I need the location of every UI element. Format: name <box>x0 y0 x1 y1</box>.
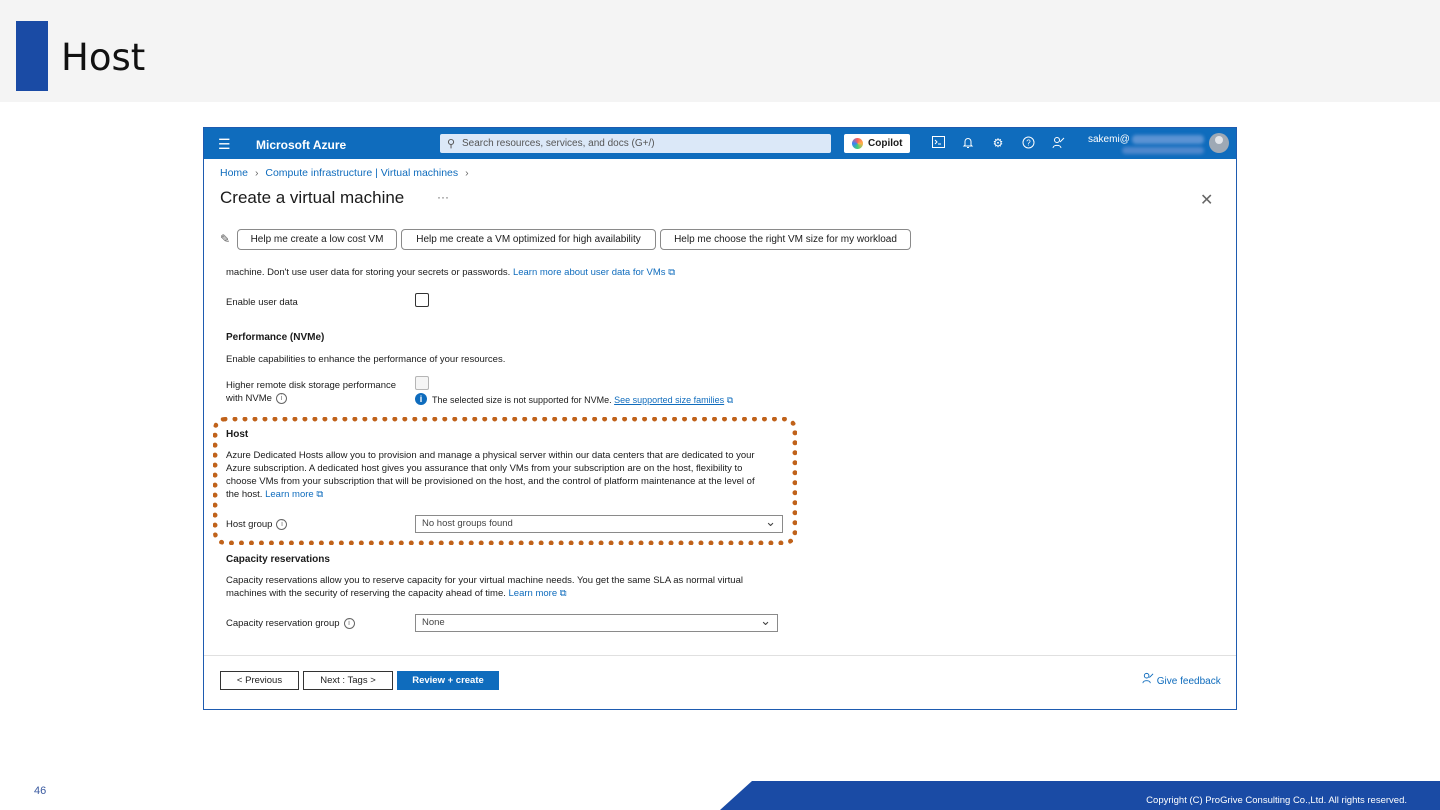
copilot-label: Copilot <box>868 138 903 149</box>
azure-portal-screenshot: ☰ Microsoft Azure ⚲ Search resources, se… <box>203 127 1237 710</box>
nvme-label-line1: Higher remote disk storage performance <box>226 380 397 391</box>
cloud-shell-icon[interactable] <box>931 136 945 150</box>
review-create-button[interactable]: Review + create <box>397 671 499 690</box>
external-link-icon: ⧉ <box>668 267 675 278</box>
host-group-value: No host groups found <box>422 518 513 529</box>
assist-high-availability-button[interactable]: Help me create a VM optimized for high a… <box>401 229 656 250</box>
capacity-desc-line2: machines with the security of reserving … <box>226 588 506 599</box>
enable-user-data-checkbox[interactable] <box>415 293 429 307</box>
next-tags-button[interactable]: Next : Tags > <box>303 671 393 690</box>
host-desc-line4-row: the host. Learn more ⧉ <box>226 488 323 501</box>
host-desc-line4: the host. <box>226 489 263 500</box>
svg-text:?: ? <box>1026 139 1031 148</box>
slide-header: Host <box>0 0 1440 102</box>
user-email[interactable]: sakemi@ <box>1088 134 1130 145</box>
more-options-button[interactable]: ··· <box>437 190 449 204</box>
menu-icon[interactable]: ☰ <box>218 136 231 153</box>
give-feedback-link[interactable]: Give feedback <box>1142 672 1221 687</box>
host-heading: Host <box>226 429 249 440</box>
redacted-user-info <box>1132 135 1204 144</box>
capacity-group-value: None <box>422 617 445 628</box>
action-bar-divider <box>204 655 1236 656</box>
help-icon[interactable]: ? <box>1021 136 1035 150</box>
search-placeholder: Search resources, services, and docs (G+… <box>462 138 655 149</box>
nvme-notice: The selected size is not supported for N… <box>432 394 733 407</box>
nvme-label-line2: with NVMe <box>226 393 272 404</box>
give-feedback-label: Give feedback <box>1156 676 1221 687</box>
capacity-learn-more-link[interactable]: Learn more <box>509 588 558 599</box>
breadcrumb-parent[interactable]: Compute infrastructure | Virtual machine… <box>265 167 458 179</box>
info-icon[interactable]: i <box>343 617 355 629</box>
search-icon: ⚲ <box>447 138 456 150</box>
capacity-heading: Capacity reservations <box>226 554 330 565</box>
breadcrumb-separator: › <box>254 167 259 179</box>
host-group-dropdown[interactable]: No host groups found ⌄ <box>415 514 783 533</box>
enable-user-data-label: Enable user data <box>226 297 298 308</box>
info-icon[interactable]: i <box>275 392 287 404</box>
user-data-text: machine. Don't use user data for storing… <box>226 267 511 278</box>
chevron-down-icon: ⌄ <box>760 613 771 628</box>
gear-icon[interactable]: ⚙ <box>991 136 1005 150</box>
assist-vm-size-button[interactable]: Help me choose the right VM size for my … <box>660 229 911 250</box>
assist-low-cost-button[interactable]: Help me create a low cost VM <box>237 229 397 250</box>
host-desc-line2: Azure subscription. A dedicated host giv… <box>226 463 743 474</box>
previous-button[interactable]: < Previous <box>220 671 299 690</box>
capacity-desc-line1: Capacity reservations allow you to reser… <box>226 575 743 586</box>
close-icon[interactable]: ✕ <box>1200 190 1213 210</box>
nvme-notice-text: The selected size is not supported for N… <box>432 395 612 405</box>
search-input[interactable]: ⚲ Search resources, services, and docs (… <box>440 134 831 153</box>
breadcrumb: Home › Compute infrastructure | Virtual … <box>220 167 473 179</box>
nvme-label: with NVMe i <box>226 392 287 405</box>
info-icon[interactable]: i <box>276 518 288 530</box>
capacity-group-label: Capacity reservation group <box>226 618 340 629</box>
feedback-icon <box>1142 672 1157 687</box>
host-learn-more-link[interactable]: Learn more <box>265 489 314 500</box>
capacity-reservation-dropdown[interactable]: None ⌄ <box>415 613 778 632</box>
info-filled-icon: i <box>415 393 427 405</box>
copyright-text: Copyright (C) ProGrive Consulting Co.,Lt… <box>1146 795 1407 806</box>
host-desc-line3: choose VMs from your subscription that w… <box>226 476 755 487</box>
capacity-group-label-row: Capacity reservation group i <box>226 617 355 630</box>
copilot-button[interactable]: Copilot <box>844 134 910 153</box>
nvme-checkbox[interactable] <box>415 376 429 390</box>
supported-size-families-link[interactable]: See supported size families <box>614 395 724 405</box>
copilot-sparkle-icon: ✎ <box>220 232 231 246</box>
page-title: Create a virtual machine <box>220 188 405 207</box>
performance-description: Enable capabilities to enhance the perfo… <box>226 354 506 365</box>
breadcrumb-home[interactable]: Home <box>220 167 248 179</box>
feedback-icon[interactable] <box>1051 136 1065 150</box>
azure-brand[interactable]: Microsoft Azure <box>256 138 346 152</box>
redacted-directory-info <box>1122 147 1204 154</box>
host-group-label-row: Host group i <box>226 518 288 531</box>
bell-icon[interactable] <box>961 136 975 150</box>
breadcrumb-separator: › <box>465 167 469 179</box>
user-data-learn-more-link[interactable]: Learn more about user data for VMs <box>513 267 666 278</box>
page-number: 46 <box>34 785 47 797</box>
slide-title: Host <box>61 36 146 79</box>
external-link-icon: ⧉ <box>726 395 734 405</box>
external-link-icon: ⧉ <box>316 489 324 500</box>
slide-accent-bar <box>16 21 48 91</box>
host-group-label: Host group <box>226 519 273 530</box>
copilot-icon <box>852 138 863 149</box>
performance-heading: Performance (NVMe) <box>226 332 325 343</box>
user-data-description: machine. Don't use user data for storing… <box>226 266 675 279</box>
azure-topbar: ☰ Microsoft Azure ⚲ Search resources, se… <box>204 128 1236 159</box>
capacity-desc-line2-row: machines with the security of reserving … <box>226 587 567 600</box>
avatar[interactable] <box>1209 133 1229 153</box>
external-link-icon: ⧉ <box>559 588 567 599</box>
chevron-down-icon: ⌄ <box>765 514 776 529</box>
host-desc-line1: Azure Dedicated Hosts allow you to provi… <box>226 450 755 461</box>
